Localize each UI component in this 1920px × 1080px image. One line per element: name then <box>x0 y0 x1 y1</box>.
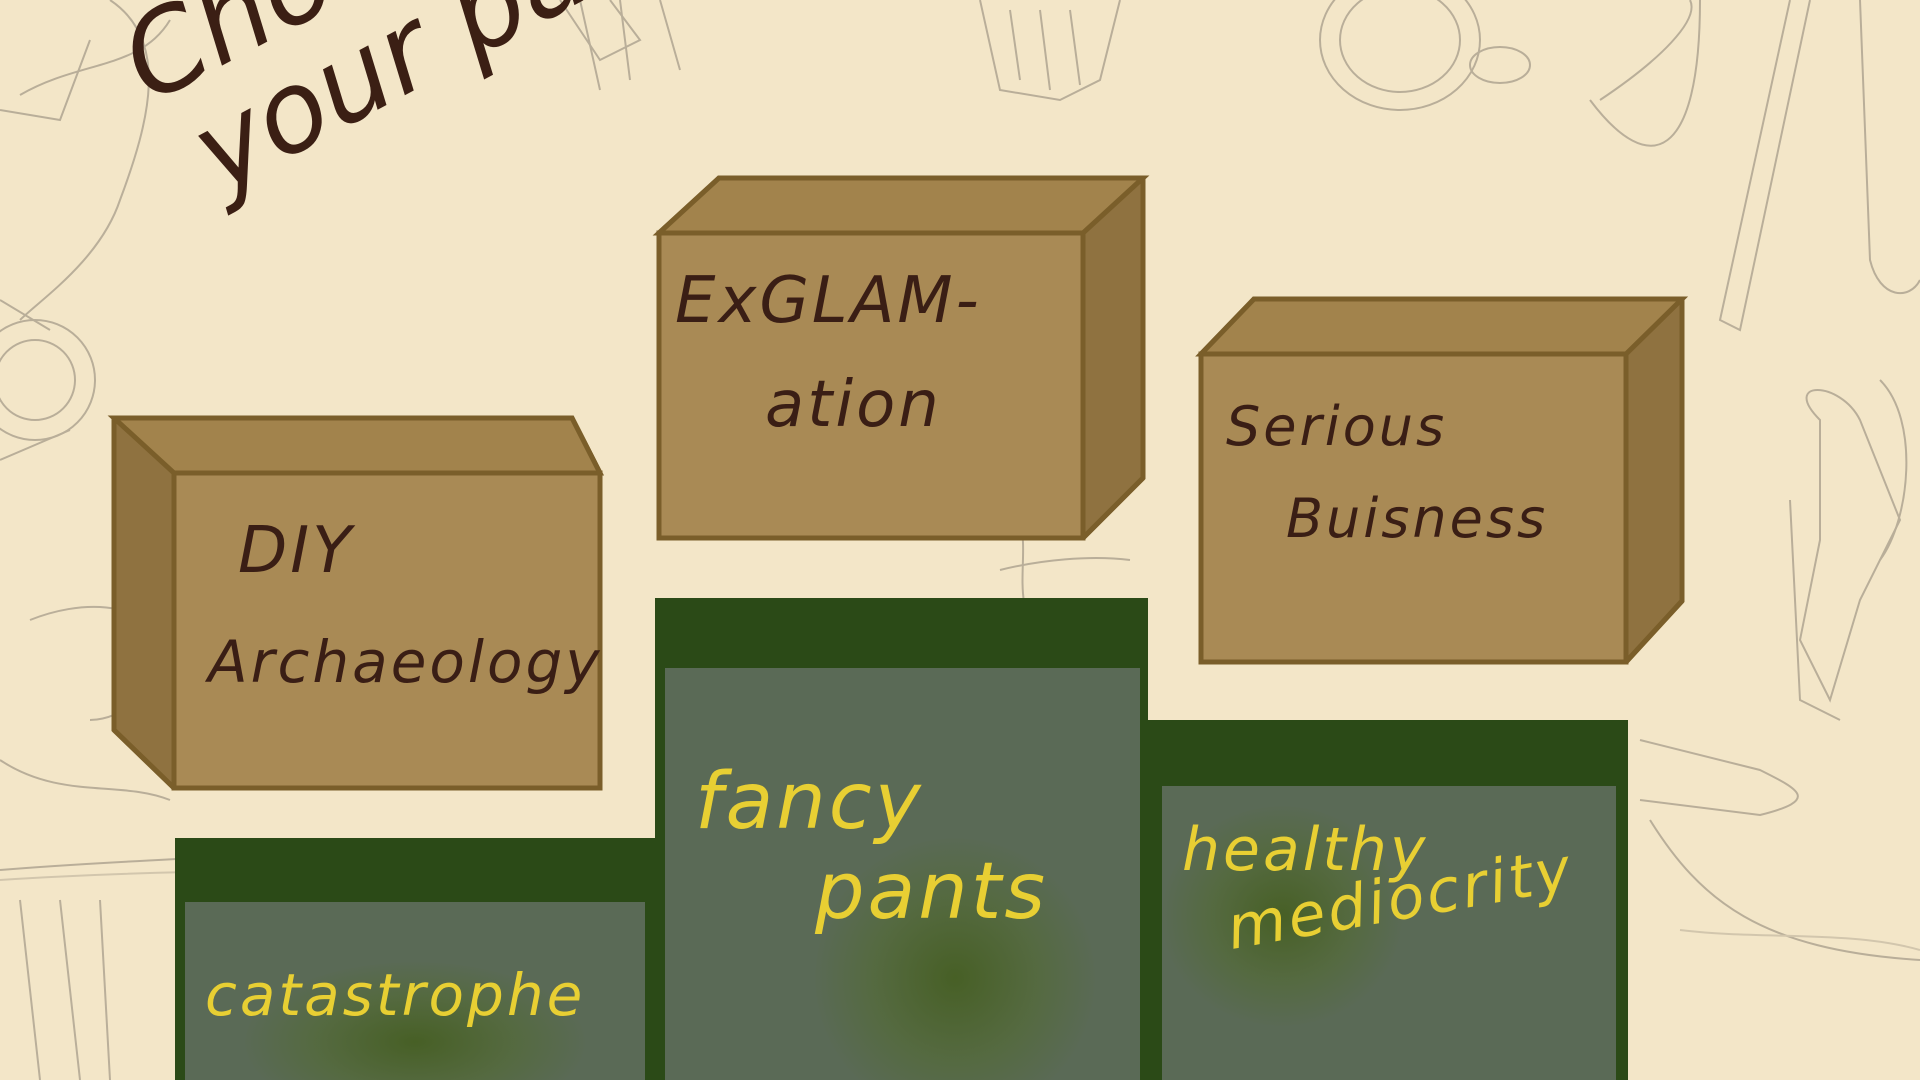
package-label-line-1: DIY <box>238 514 355 588</box>
podium-panel: catastrophe <box>185 902 645 1080</box>
package-label-line-2: Archaeology <box>208 627 603 696</box>
podium-healthy-mediocrity[interactable]: healthy mediocrity <box>1140 720 1628 1080</box>
podium-panel: healthy mediocrity <box>1162 786 1616 1080</box>
podium-label-line-2: pants <box>815 847 1048 937</box>
package-label: ExGLAM- ation <box>675 264 1075 442</box>
podium-catastrophe[interactable]: catastrophe <box>175 838 663 1080</box>
package-label-line-1: Serious <box>1226 395 1448 458</box>
package-label: DIY Archaeology <box>208 514 603 696</box>
podium-panel: fancy pants <box>665 668 1140 1080</box>
package-label-line-2: Buisness <box>1286 487 1549 551</box>
package-diy-archaeology[interactable]: DIY Archaeology <box>107 415 608 795</box>
podium-label-line-1: fancy <box>695 757 924 847</box>
package-label-line-1: ExGLAM- <box>675 264 982 338</box>
podium-fancy-pants[interactable]: fancy pants <box>655 598 1148 1080</box>
package-serious-business[interactable]: Serious Buisness <box>1195 296 1689 666</box>
package-label-line-2: ation <box>765 367 942 442</box>
package-label: Serious Buisness <box>1226 395 1626 551</box>
package-exglamation[interactable]: ExGLAM- ation <box>652 175 1155 545</box>
podium-label: catastrophe <box>205 961 586 1029</box>
